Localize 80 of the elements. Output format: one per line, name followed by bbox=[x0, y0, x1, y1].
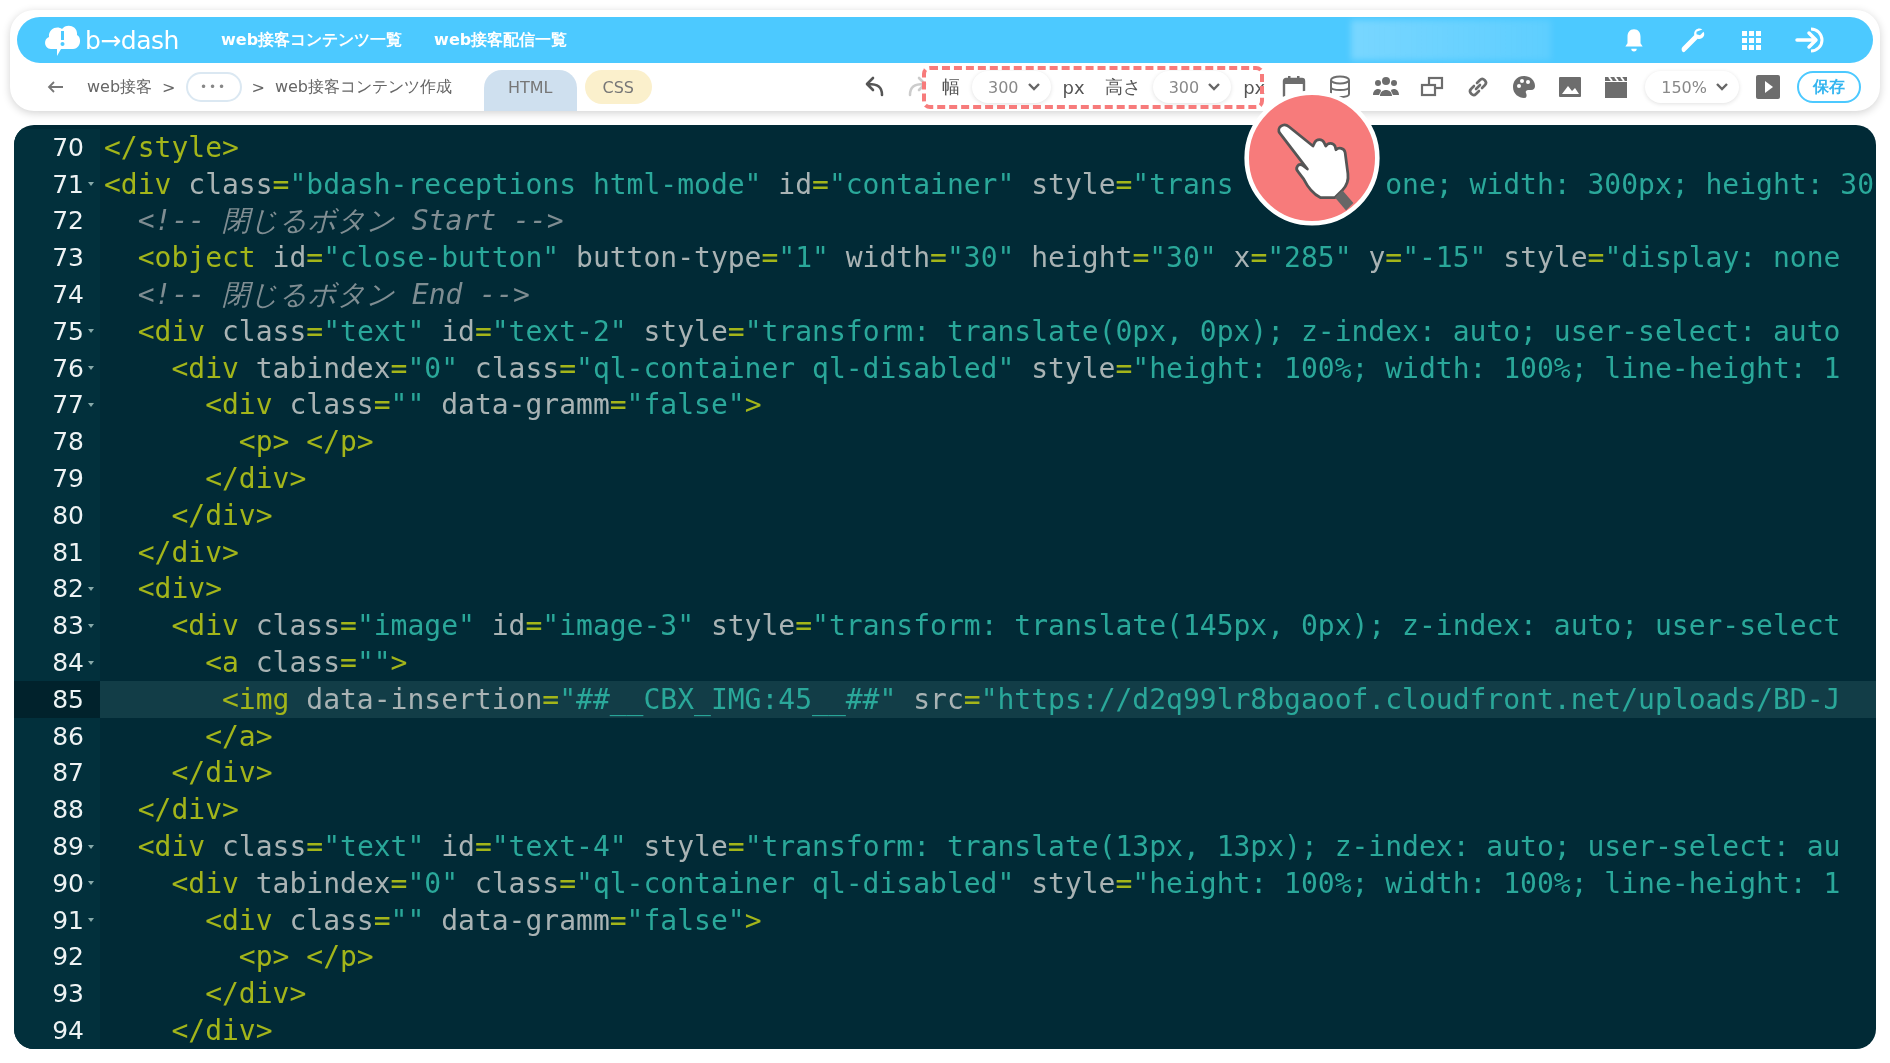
line-number: 80 bbox=[52, 500, 84, 530]
line-number: 91 bbox=[52, 905, 84, 935]
code-line: </div> bbox=[170, 497, 274, 534]
logo-text[interactable]: b→dash bbox=[85, 25, 179, 55]
line-number: 86 bbox=[52, 721, 84, 751]
code-line: <p> </p> bbox=[237, 424, 375, 461]
code-line: <p> </p> bbox=[237, 939, 375, 976]
clapperboard-icon[interactable] bbox=[1603, 74, 1630, 100]
code-line: <!-- 閉じるボタン End --> bbox=[136, 276, 531, 313]
breadcrumb-separator: > bbox=[162, 77, 176, 97]
line-number: 90 bbox=[52, 868, 84, 898]
code-line: <div tabindex="0" class="ql-container ql-disabled" style="height: 100%; width: 100%; line-height: 1 bbox=[170, 350, 1842, 387]
fold-icon[interactable] bbox=[86, 400, 96, 409]
code-line: </div> bbox=[204, 976, 308, 1013]
code-line: </div> bbox=[204, 461, 308, 497]
cloud-logo-icon bbox=[43, 23, 81, 57]
line-number: 77 bbox=[52, 390, 84, 420]
code-line: <div class="text" id="text-2" style="transform: translate(0px, 0px); z-index: auto; user-select: auto bbox=[136, 313, 1842, 350]
line-number: 83 bbox=[52, 611, 84, 641]
code-line: <div tabindex="0" class="ql-container ql-disabled" style="height: 100%; width: 100%; line-height: 1 bbox=[170, 865, 1842, 902]
width-label: 幅 bbox=[942, 75, 960, 99]
line-number: 87 bbox=[52, 758, 84, 788]
code-line: </style> bbox=[103, 129, 240, 166]
code-line: <div class="text" id="text-4" style="transform: translate(13px, 13px); z-index: auto; user-select: au bbox=[136, 829, 1842, 865]
chevron-down-icon bbox=[1715, 82, 1729, 92]
height-label: 高さ bbox=[1104, 75, 1141, 99]
line-number: 94 bbox=[52, 1016, 84, 1045]
code-line: </div> bbox=[136, 534, 240, 571]
line-number: 88 bbox=[52, 795, 84, 825]
editor-tab[interactable]: CSS bbox=[584, 70, 652, 104]
line-number: 92 bbox=[52, 942, 84, 972]
code-line: <div class="bdash-receptions html-mode" id="container" style="trans one; width: 300px; height: 30 bbox=[103, 166, 1876, 203]
crumb-link[interactable]: web接客 bbox=[87, 76, 153, 98]
line-number: 81 bbox=[52, 537, 84, 567]
line-number: 72 bbox=[52, 206, 84, 236]
line-number: 82 bbox=[52, 574, 84, 604]
line-number: 89 bbox=[52, 832, 84, 862]
nav-link[interactable]: web接客配信一覧 bbox=[434, 29, 568, 51]
chevron-down-icon bbox=[1207, 82, 1222, 92]
chevron-down-icon bbox=[1026, 82, 1041, 92]
fold-icon[interactable] bbox=[86, 842, 96, 851]
code-line: </div> bbox=[170, 1013, 274, 1049]
line-number: 73 bbox=[52, 243, 84, 273]
save-button[interactable]: 保存 bbox=[1797, 71, 1861, 103]
editor-tab[interactable]: HTML bbox=[484, 70, 577, 111]
image-icon[interactable] bbox=[1557, 74, 1584, 100]
play-icon[interactable] bbox=[1755, 74, 1781, 100]
unit-label: px bbox=[1062, 76, 1085, 98]
code-line: <div class="" data-gramm="false"> bbox=[204, 902, 763, 939]
code-line: <div> bbox=[136, 571, 223, 608]
line-number: 76 bbox=[52, 353, 84, 383]
current-page: web接客コンテンツ作成 bbox=[274, 76, 452, 98]
code-line: </div> bbox=[136, 792, 240, 829]
code-line: <div class="image" id="image-3" style="transform: translate(145px, 0px); z-index: auto; user-select bbox=[170, 608, 1842, 645]
line-number: 75 bbox=[52, 316, 84, 346]
palette-icon[interactable] bbox=[1511, 74, 1538, 100]
fold-icon[interactable] bbox=[86, 584, 96, 593]
code-line: <a class=""> bbox=[204, 645, 409, 681]
breadcrumb-separator: > bbox=[251, 77, 265, 97]
back-arrow-icon[interactable] bbox=[47, 79, 65, 95]
line-number: 74 bbox=[52, 280, 84, 310]
more-button[interactable]: ••• bbox=[185, 72, 242, 102]
height-select[interactable]: 300 bbox=[1152, 71, 1232, 103]
code-line: </a> bbox=[204, 718, 274, 755]
code-line: <object id="close-button" button-type="1" width="30" height="30" x="285" y="-15" style="display: none bbox=[136, 240, 1842, 277]
zoom-select[interactable]: 150% bbox=[1645, 71, 1739, 103]
code-line: <div class="" data-gramm="false"> bbox=[204, 387, 763, 424]
line-number: 84 bbox=[52, 648, 84, 678]
fold-icon[interactable] bbox=[86, 658, 96, 667]
line-number: 71 bbox=[52, 169, 84, 199]
line-number: 78 bbox=[52, 427, 84, 457]
line-number: 79 bbox=[52, 464, 84, 494]
line-number: 93 bbox=[52, 979, 84, 1009]
code-line: <!-- 閉じるボタン Start --> bbox=[136, 203, 565, 239]
nav-link[interactable]: web接客コンテンツ一覧 bbox=[221, 29, 403, 51]
width-select[interactable]: 300 bbox=[972, 71, 1051, 103]
line-number: 85 bbox=[52, 684, 84, 714]
fold-icon[interactable] bbox=[86, 621, 96, 630]
line-number: 70 bbox=[52, 132, 84, 162]
code-line: </div> bbox=[170, 755, 274, 792]
